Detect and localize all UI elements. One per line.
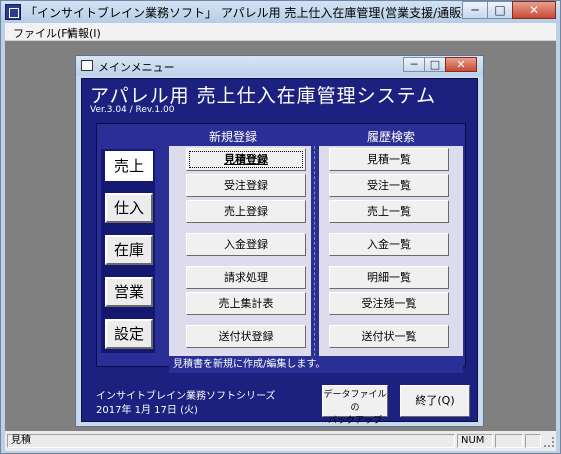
main-menu-titlebar[interactable]: メインメニュー ─ □ ✕ (76, 56, 483, 76)
resize-grip-icon[interactable] (544, 437, 554, 447)
order-backlog-list-button[interactable]: 受注残一覧 (329, 292, 449, 315)
detail-list-button[interactable]: 明細一覧 (329, 266, 449, 289)
backup-button-line2: バックアップ (327, 416, 382, 426)
menu-file[interactable]: ファイル(F) (13, 25, 72, 41)
billing-process-button[interactable]: 請求処理 (186, 266, 306, 289)
column-divider (314, 146, 315, 356)
hint-message: 見積書を新規に作成/編集します。 (169, 356, 463, 373)
category-column: 売上 仕入 在庫 営業 設定 (101, 149, 155, 353)
maximize-icon: □ (429, 58, 441, 71)
category-settings-button[interactable]: 設定 (105, 319, 153, 349)
minimize-icon: ─ (471, 3, 479, 17)
search-panel: 見積一覧 受注一覧 売上一覧 入金一覧 明細一覧 受注残一覧 送付状一覧 (319, 146, 463, 356)
menubar: ファイル(F) 情報(I) (5, 23, 556, 41)
main-menu-caption-buttons: ─ □ ✕ (403, 57, 477, 72)
mdi-client-area: メインメニュー ─ □ ✕ アパレル用 売上仕入在庫管理システム Ver.3.0… (5, 41, 556, 431)
order-list-button[interactable]: 受注一覧 (329, 174, 449, 197)
main-menu-window: メインメニュー ─ □ ✕ アパレル用 売上仕入在庫管理システム Ver.3.0… (75, 55, 484, 427)
main-menu-close-button[interactable]: ✕ (445, 57, 477, 72)
sales-summary-button[interactable]: 売上集計表 (186, 292, 306, 315)
menu-panel: 新規登録 履歴検索 売上 仕入 在庫 営業 設定 見積登録 受注登録 売上登録 … (96, 123, 466, 373)
invoice-list-button[interactable]: 送付状一覧 (329, 325, 449, 348)
status-scroll (495, 434, 523, 448)
category-stock-button[interactable]: 在庫 (105, 235, 153, 265)
menu-info[interactable]: 情報(I) (67, 25, 101, 41)
maximize-icon: □ (494, 3, 506, 17)
sales-list-button[interactable]: 売上一覧 (329, 200, 449, 223)
register-panel: 見積登録 受注登録 売上登録 入金登録 請求処理 売上集計表 送付状登録 (169, 146, 311, 356)
series-label: インサイトブレイン業務ソフトシリーズ (96, 391, 276, 402)
status-num: NUM (457, 434, 493, 448)
estimate-register-button[interactable]: 見積登録 (186, 148, 306, 171)
app-title: アパレル用 売上仕入在庫管理システム (90, 85, 437, 107)
version-label: Ver.3.04 / Rev.1.00 (90, 105, 175, 115)
backup-button[interactable]: データファイルの バックアップ (322, 385, 388, 426)
minimize-button[interactable]: ─ (462, 1, 488, 19)
payment-register-button[interactable]: 入金登録 (186, 233, 306, 256)
statusbar: 見積 NUM (5, 431, 556, 451)
close-button[interactable]: ✕ (512, 1, 556, 19)
close-icon: ✕ (528, 3, 540, 17)
search-header: 履歴検索 (367, 130, 416, 144)
window-title: 「インサイトブレイン業務ソフト」 アパレル用 売上仕入在庫管理(営業支援/通販機… (25, 6, 465, 20)
date-label: 2017年 1月 17日 (火) (96, 405, 198, 416)
exit-button[interactable]: 終了(Q) (400, 385, 470, 417)
app-logo-icon (5, 4, 21, 20)
category-sales-button[interactable]: 売上 (105, 151, 153, 181)
main-menu-maximize-button[interactable]: □ (424, 57, 446, 72)
payment-list-button[interactable]: 入金一覧 (329, 233, 449, 256)
order-register-button[interactable]: 受注登録 (186, 174, 306, 197)
window-icon (81, 60, 93, 71)
category-sales-support-button[interactable]: 営業 (105, 277, 153, 307)
maximize-button[interactable]: □ (487, 1, 513, 19)
main-menu-title: メインメニュー (98, 61, 175, 74)
main-panel: アパレル用 売上仕入在庫管理システム Ver.3.04 / Rev.1.00 新… (81, 78, 478, 426)
sales-register-button[interactable]: 売上登録 (186, 200, 306, 223)
window-caption-buttons: ─ □ ✕ (462, 1, 556, 19)
status-text: 見積 (7, 434, 455, 448)
backup-button-line1: データファイルの (323, 390, 387, 413)
invoice-register-button[interactable]: 送付状登録 (186, 325, 306, 348)
minimize-icon: ─ (410, 58, 418, 71)
main-window: 「インサイトブレイン業務ソフト」 アパレル用 売上仕入在庫管理(営業支援/通販機… (0, 0, 561, 454)
status-extra (525, 434, 541, 448)
window-titlebar[interactable]: 「インサイトブレイン業務ソフト」 アパレル用 売上仕入在庫管理(営業支援/通販機… (1, 1, 560, 23)
category-purchase-button[interactable]: 仕入 (105, 193, 153, 223)
close-icon: ✕ (456, 58, 466, 71)
register-header: 新規登録 (209, 130, 258, 144)
estimate-list-button[interactable]: 見積一覧 (329, 148, 449, 171)
main-menu-minimize-button[interactable]: ─ (403, 57, 425, 72)
